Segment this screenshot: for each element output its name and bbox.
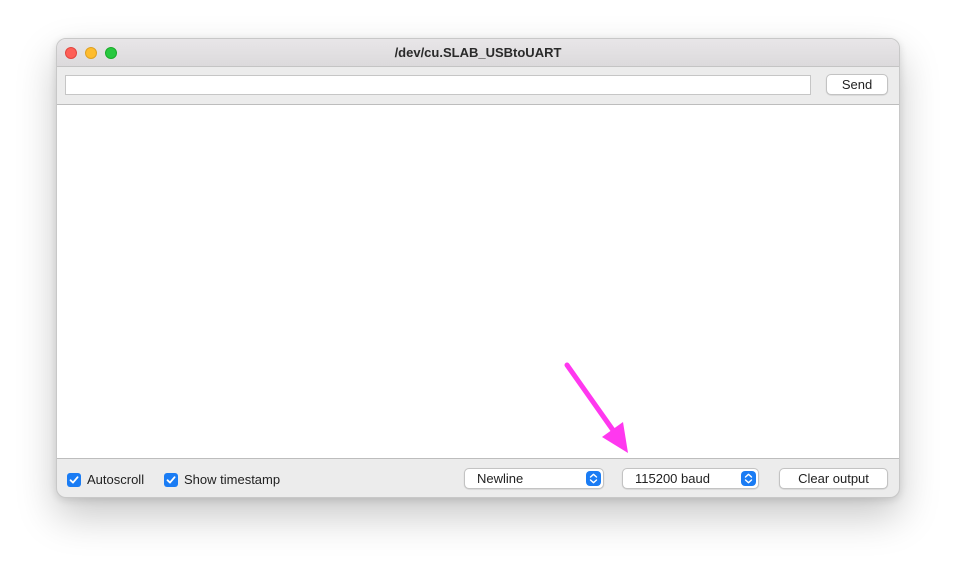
autoscroll-label: Autoscroll xyxy=(87,472,145,487)
checkmark-icon xyxy=(166,476,176,484)
window-title: /dev/cu.SLAB_USBtoUART xyxy=(394,45,562,60)
annotation-arrow-icon xyxy=(564,362,628,453)
select-stepper-icon xyxy=(741,471,756,486)
clear-output-button[interactable]: Clear output xyxy=(779,468,888,489)
autoscroll-checkbox[interactable] xyxy=(67,473,81,487)
serial-monitor-window: /dev/cu.SLAB_USBtoUART Send Autoscroll S… xyxy=(56,38,900,498)
send-button[interactable]: Send xyxy=(826,74,888,95)
line-ending-value: Newline xyxy=(477,471,524,486)
checkmark-icon xyxy=(69,476,79,484)
show-timestamp-checkbox[interactable] xyxy=(164,473,178,487)
baud-rate-select[interactable]: 115200 baud xyxy=(622,468,759,489)
line-ending-select[interactable]: Newline xyxy=(464,468,604,489)
serial-send-input[interactable] xyxy=(65,75,811,95)
select-stepper-icon xyxy=(586,471,601,486)
baud-rate-value: 115200 baud xyxy=(635,471,710,486)
serial-output-area[interactable] xyxy=(57,104,899,459)
show-timestamp-label: Show timestamp xyxy=(184,472,281,487)
title-bar: /dev/cu.SLAB_USBtoUART xyxy=(57,39,899,67)
